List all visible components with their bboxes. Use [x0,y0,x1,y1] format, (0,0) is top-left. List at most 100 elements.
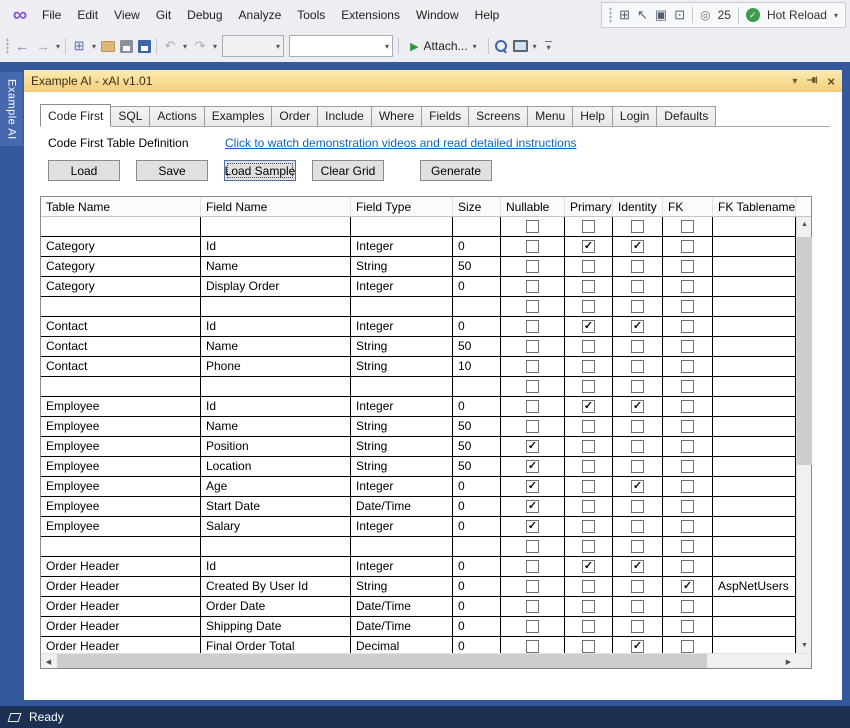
column-header[interactable]: Size [453,197,501,216]
tab-include[interactable]: Include [317,106,372,126]
grid-cell[interactable] [713,357,796,377]
checkbox-cell[interactable] [501,617,565,637]
grid-cell[interactable]: Integer [351,277,453,297]
grid-cell[interactable] [713,377,796,397]
grid-cell[interactable] [41,217,201,237]
checkbox-unchecked[interactable] [681,500,694,513]
column-header[interactable]: FK Tablename [713,197,796,216]
checkbox-cell[interactable] [663,537,713,557]
checkbox-checked[interactable]: ✓ [526,480,539,493]
grid-cell[interactable]: Id [201,397,351,417]
grid-cell[interactable] [713,637,796,653]
grid-cell[interactable]: Employee [41,477,201,497]
checkbox-unchecked[interactable] [681,640,694,653]
checkbox-cell[interactable] [663,417,713,437]
chevron-down-icon[interactable]: ▾ [385,42,389,51]
toolbar-grip[interactable] [6,38,9,54]
checkbox-cell[interactable] [565,417,613,437]
checkbox-cell[interactable] [565,297,613,317]
checkbox-unchecked[interactable] [582,480,595,493]
checkbox-unchecked[interactable] [681,520,694,533]
grid-cell[interactable]: Category [41,237,201,257]
scroll-up-icon[interactable]: ▲ [797,217,812,232]
checkbox-checked[interactable]: ✓ [631,240,644,253]
checkbox-cell[interactable] [565,497,613,517]
checkbox-cell[interactable] [501,597,565,617]
grid-cell[interactable]: Date/Time [351,617,453,637]
checkbox-cell[interactable] [613,257,663,277]
checkbox-unchecked[interactable] [526,260,539,273]
grid-cell[interactable] [713,457,796,477]
grid-cell[interactable]: 0 [453,477,501,497]
checkbox-unchecked[interactable] [681,540,694,553]
grid-cell[interactable]: Name [201,417,351,437]
checkbox-cell[interactable] [565,577,613,597]
checkbox-unchecked[interactable] [526,280,539,293]
checkbox-unchecked[interactable] [526,360,539,373]
redo-icon[interactable]: ↷ [192,38,208,54]
chevron-down-icon[interactable]: ▾ [834,11,838,20]
checkbox-cell[interactable]: ✓ [613,557,663,577]
checkbox-unchecked[interactable] [631,260,644,273]
checkbox-cell[interactable] [565,517,613,537]
grid-cell[interactable] [713,437,796,457]
grid-cell[interactable]: String [351,357,453,377]
grid-cell[interactable] [201,377,351,397]
grid-cell[interactable] [453,297,501,317]
navigate-back-icon[interactable]: ← [14,38,30,54]
tab-defaults[interactable]: Defaults [656,106,716,126]
column-header[interactable]: FK [663,197,713,216]
grid-cell[interactable] [351,217,453,237]
checkbox-cell[interactable] [663,277,713,297]
checkbox-cell[interactable] [663,317,713,337]
tab-help[interactable]: Help [572,106,613,126]
checkbox-cell[interactable] [613,617,663,637]
grid-cell[interactable] [351,297,453,317]
checkbox-cell[interactable] [613,217,663,237]
checkbox-cell[interactable] [565,537,613,557]
checkbox-unchecked[interactable] [681,400,694,413]
checkbox-unchecked[interactable] [681,460,694,473]
checkbox-cell[interactable] [613,577,663,597]
find-in-files-icon[interactable] [494,39,508,53]
checkbox-cell[interactable] [501,217,565,237]
checkbox-unchecked[interactable] [631,340,644,353]
grid-cell[interactable]: String [351,337,453,357]
column-header[interactable]: Nullable [501,197,565,216]
checkbox-cell[interactable] [613,457,663,477]
scroll-down-icon[interactable]: ▼ [797,638,812,653]
checkbox-cell[interactable] [565,277,613,297]
menu-item-extensions[interactable]: Extensions [333,3,408,27]
tab-code-first[interactable]: Code First [40,104,111,127]
grid-cell[interactable]: Id [201,557,351,577]
checkbox-cell[interactable]: ✓ [501,517,565,537]
checkbox-unchecked[interactable] [582,300,595,313]
grid-cell[interactable]: AspNetUsers [713,577,796,597]
checkbox-cell[interactable] [501,637,565,653]
grid-cell[interactable] [351,377,453,397]
menu-item-edit[interactable]: Edit [69,3,106,27]
grid-cell[interactable] [41,537,201,557]
checkbox-checked[interactable]: ✓ [582,400,595,413]
checkbox-cell[interactable] [613,337,663,357]
grid-cell[interactable]: 0 [453,237,501,257]
checkbox-cell[interactable] [613,277,663,297]
grid-cell[interactable]: Name [201,337,351,357]
save-icon[interactable] [120,40,133,53]
grid-cell[interactable] [713,597,796,617]
grid-cell[interactable] [453,217,501,237]
grid-cell[interactable]: 0 [453,597,501,617]
checkbox-unchecked[interactable] [526,640,539,653]
checkbox-unchecked[interactable] [681,300,694,313]
chevron-down-icon[interactable]: ▾ [473,42,477,51]
grid-cell[interactable]: 0 [453,617,501,637]
checkbox-cell[interactable] [501,537,565,557]
grid-cell[interactable] [713,257,796,277]
tab-examples[interactable]: Examples [204,106,273,126]
checkbox-unchecked[interactable] [526,380,539,393]
grid-cell[interactable] [41,297,201,317]
checkbox-cell[interactable] [613,357,663,377]
grid-cell[interactable]: Contact [41,317,201,337]
checkbox-cell[interactable] [565,597,613,617]
grid-cell[interactable]: Start Date [201,497,351,517]
